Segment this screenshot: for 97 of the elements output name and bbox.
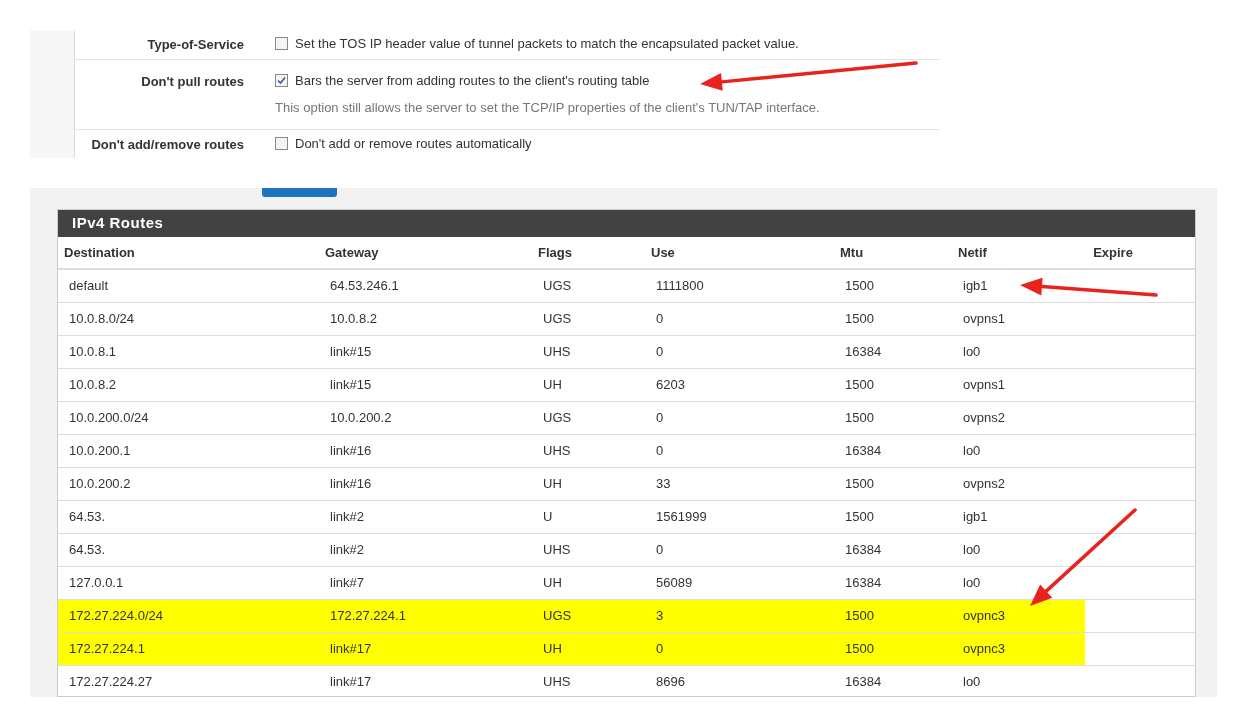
table-cell-text: 1500 xyxy=(844,277,875,296)
table-cell: UGS xyxy=(532,600,645,632)
table-cell: 172.27.224.0/24 xyxy=(58,600,319,632)
table-cell-text: link#16 xyxy=(329,475,373,494)
table-cell-text: 10.0.8.2 xyxy=(329,310,378,329)
table-cell-text: ovpns2 xyxy=(962,475,1006,494)
panel-title: IPv4 Routes xyxy=(72,213,164,234)
table-cell-text: 16384 xyxy=(844,343,883,362)
table-cell-text: 1111800 xyxy=(655,277,705,296)
column-header: Use xyxy=(650,243,676,262)
table-cell-text: 1500 xyxy=(844,409,875,428)
table-cell-text: link#17 xyxy=(329,673,373,692)
table-cell-text: 10.0.8.2 xyxy=(68,376,117,395)
table-cell-text: 10.0.200.2 xyxy=(68,475,132,494)
checkbox-label: Don't add or remove routes automatically xyxy=(295,134,532,153)
table-cell: ovpnc3 xyxy=(952,600,1085,632)
column-header: Expire xyxy=(1092,243,1134,262)
table-cell-text: link#2 xyxy=(329,541,365,560)
table-cell-text: 0 xyxy=(655,343,665,362)
table-cell-text: 64.53. xyxy=(68,508,107,527)
setting-label: Don't pull routes xyxy=(140,72,244,91)
table-cell-text: 0 xyxy=(655,310,665,329)
table-cell: 172.27.224.1 xyxy=(319,600,532,632)
table-cell-text: 16384 xyxy=(844,541,883,560)
table-cell-text: 64.53.246.1 xyxy=(329,277,400,296)
table-cell-text: 10.0.200.1 xyxy=(68,442,132,461)
table-cell-text: 64.53. xyxy=(68,541,107,560)
table-cell-text: U xyxy=(542,508,554,527)
table-cell-text: UHS xyxy=(542,442,572,461)
table-cell: 1500 xyxy=(834,633,952,665)
table-cell: 3 xyxy=(645,600,834,632)
table-cell-text: 16384 xyxy=(844,574,883,593)
column-header: Gateway xyxy=(324,243,380,262)
table-cell-text: 8696 xyxy=(655,673,686,692)
table-cell-text: 16384 xyxy=(844,442,883,461)
table-cell-text: UH xyxy=(542,574,563,593)
table-cell-text: UHS xyxy=(542,541,572,560)
setting-label: Type-of-Service xyxy=(146,36,244,54)
table-cell-text: UHS xyxy=(542,673,572,692)
table-cell-text: 16384 xyxy=(844,673,883,692)
table-cell: 0 xyxy=(645,633,834,665)
table-cell-text: UGS xyxy=(542,409,573,428)
table-cell: 1500 xyxy=(834,600,952,632)
table-cell: link#17 xyxy=(319,633,532,665)
table-cell-text: ovpns2 xyxy=(962,409,1006,428)
table-cell-text: link#15 xyxy=(329,343,373,362)
checkbox[interactable] xyxy=(275,136,288,150)
checkbox[interactable] xyxy=(275,73,288,87)
table-cell-text: 10.0.8.1 xyxy=(68,343,117,362)
table-cell-text: link#2 xyxy=(329,508,365,527)
table-cell-text: default xyxy=(68,277,110,296)
table-cell-text: 10.0.200.0/24 xyxy=(68,409,150,428)
table-cell-text: lo0 xyxy=(962,442,982,461)
table-cell-text: link#7 xyxy=(329,574,365,593)
table-cell-text: UGS xyxy=(542,277,573,296)
table-cell-text: UH xyxy=(542,475,563,494)
table-cell-text: 0 xyxy=(655,541,665,560)
table-cell-text: 127.0.0.1 xyxy=(68,574,125,593)
table-cell-text: 1500 xyxy=(844,475,875,494)
table-cell: 172.27.224.1 xyxy=(58,633,319,665)
setting-label: Don't add/remove routes xyxy=(90,135,244,154)
column-header: Mtu xyxy=(839,243,865,262)
checkbox-label: Bars the server from adding routes to the client's routing table xyxy=(295,71,650,90)
table-cell-text: ovpns1 xyxy=(962,310,1006,329)
column-header: Destination xyxy=(63,243,136,262)
table-cell-text: 172.27.224.27 xyxy=(68,673,154,692)
table-cell-text: 0 xyxy=(655,442,665,461)
checkbox[interactable] xyxy=(275,37,288,51)
table-cell-text: 10.0.8.0/24 xyxy=(68,310,136,329)
table-cell-text: 56089 xyxy=(655,574,694,593)
table-cell-text: lo0 xyxy=(962,541,982,560)
table-cell-text: 10.0.200.2 xyxy=(329,409,393,428)
checkbox-label: Set the TOS IP header value of tunnel packets to match the encapsulated packet value. xyxy=(295,35,799,53)
table-cell-text: lo0 xyxy=(962,343,982,362)
column-header: Netif xyxy=(957,243,988,262)
table-cell-text: link#15 xyxy=(329,376,373,395)
table-cell-text: 1500 xyxy=(844,310,875,329)
table-cell-text: ovpns1 xyxy=(962,376,1006,395)
table-cell-text: link#16 xyxy=(329,442,373,461)
table-cell: UH xyxy=(532,633,645,665)
table-cell-text: 1500 xyxy=(844,376,875,395)
table-cell: ovpnc3 xyxy=(952,633,1085,665)
table-cell-text: igb1 xyxy=(962,277,989,296)
table-cell-text: 6203 xyxy=(655,376,686,395)
table-cell-text: lo0 xyxy=(962,574,982,593)
table-cell-text: 0 xyxy=(655,409,665,428)
checkmark-icon xyxy=(277,75,286,85)
table-cell-text: 1500 xyxy=(844,508,875,527)
table-cell-text: igb1 xyxy=(962,508,989,527)
table-cell-text: 1561999 xyxy=(655,508,708,527)
table-cell-text: UH xyxy=(542,376,563,395)
table-cell-text: lo0 xyxy=(962,673,982,692)
table-cell-text: 33 xyxy=(655,475,672,494)
column-header: Flags xyxy=(537,243,573,262)
table-cell-text: UGS xyxy=(542,310,573,329)
table-cell-text: UHS xyxy=(542,343,572,362)
help-text: This option still allows the server to set the TCP/IP properties of the client's TUN/TAP interface. xyxy=(275,99,820,117)
